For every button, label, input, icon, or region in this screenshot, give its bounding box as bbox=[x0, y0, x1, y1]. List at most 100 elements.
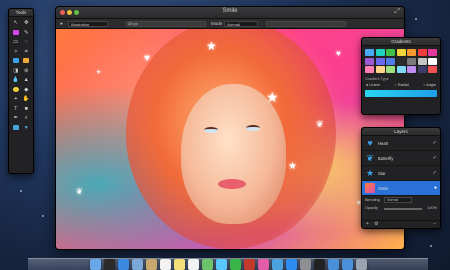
window-titlebar[interactable]: Smile ⤢ bbox=[56, 7, 404, 19]
notes-icon[interactable] bbox=[173, 259, 185, 270]
mail-icon[interactable] bbox=[131, 259, 143, 270]
brush-tool-icon[interactable] bbox=[11, 29, 21, 38]
gradient-swatch[interactable] bbox=[417, 66, 427, 73]
finder-icon[interactable] bbox=[89, 259, 101, 270]
gradient-swatch[interactable] bbox=[396, 57, 406, 65]
blur-icon[interactable]: 💧 bbox=[11, 76, 21, 85]
heart-shape-icon[interactable]: ♥ bbox=[22, 124, 32, 133]
left-eye bbox=[204, 127, 218, 133]
add-layer-icon[interactable]: + bbox=[366, 221, 369, 227]
layer-row-heart[interactable]: ♥ Heart ✓ bbox=[362, 136, 440, 151]
visibility-check-icon[interactable]: ✓ bbox=[433, 140, 437, 146]
eyedropper-icon[interactable]: ⌖ bbox=[11, 95, 21, 104]
size-value: 30 px bbox=[128, 21, 138, 26]
clone-stamp-icon[interactable]: ⊛ bbox=[22, 67, 32, 76]
gradient-swatch[interactable] bbox=[396, 66, 406, 73]
move-tool-icon[interactable]: ✥ bbox=[22, 19, 32, 28]
preferences-icon[interactable] bbox=[299, 259, 311, 270]
hand-icon[interactable]: ✋ bbox=[22, 95, 32, 104]
zoom-tool-icon[interactable]: ⌕ bbox=[22, 114, 32, 123]
opacity-slider[interactable] bbox=[384, 208, 422, 210]
gradient-type-angle[interactable]: ○ Angle bbox=[423, 83, 436, 87]
shape-tool-icon[interactable]: ■ bbox=[22, 105, 32, 114]
brush-preset-icon[interactable]: ● bbox=[60, 21, 63, 26]
mode-select[interactable]: Normal bbox=[224, 21, 258, 27]
app-store-icon[interactable] bbox=[285, 259, 297, 270]
gradient-type-linear[interactable]: ● Linear bbox=[366, 83, 380, 87]
image-canvas[interactable]: ★ ★ ♥ ★ ❦ ♥ ❦ ✦ ✦ bbox=[56, 29, 404, 249]
layer-settings-icon[interactable]: ⚙ bbox=[374, 221, 378, 227]
gradient-swatch[interactable] bbox=[407, 66, 416, 73]
sharpen-icon[interactable]: ▲ bbox=[22, 76, 32, 85]
gradient-preview-bar[interactable] bbox=[365, 90, 437, 97]
layer-row-star[interactable]: ★ Star ✓ bbox=[362, 166, 440, 181]
layer-row-butterfly[interactable]: ❦ Butterfly ✓ bbox=[362, 151, 440, 166]
reminders-icon[interactable] bbox=[187, 259, 199, 270]
gradient-swatch[interactable] bbox=[375, 57, 385, 65]
sponge-icon[interactable]: ◆ bbox=[22, 86, 32, 95]
tools-panel-title[interactable]: Tools bbox=[9, 9, 33, 17]
arrange-tool-icon[interactable]: ↖ bbox=[11, 19, 21, 28]
star-sparkle-icon: ✦ bbox=[96, 70, 102, 76]
calendar-icon[interactable] bbox=[159, 259, 171, 270]
iphoto-icon[interactable] bbox=[271, 259, 283, 270]
dodge-icon[interactable] bbox=[11, 86, 21, 95]
text-tool-icon[interactable]: T bbox=[11, 105, 21, 114]
trash-icon[interactable] bbox=[355, 259, 367, 270]
delete-layer-icon[interactable]: − bbox=[433, 221, 436, 227]
gradient-swatch[interactable] bbox=[375, 49, 385, 56]
layers-panel-title[interactable]: Layers bbox=[362, 128, 440, 136]
layers-footer: + ⚙ − bbox=[362, 220, 440, 228]
gradient-tool-icon[interactable] bbox=[22, 57, 32, 66]
preset-select[interactable]: Illustration bbox=[68, 21, 108, 27]
visibility-check-icon[interactable]: ✓ bbox=[433, 155, 437, 161]
layer-row-smile[interactable]: Smile ● bbox=[362, 181, 440, 196]
rect-select-icon[interactable]: ▭ bbox=[11, 38, 21, 47]
dashboard-icon[interactable] bbox=[103, 259, 115, 270]
opacity-row: Opacity 100% bbox=[365, 206, 437, 210]
primary-color-swatch[interactable] bbox=[11, 124, 21, 133]
gradient-swatch[interactable] bbox=[407, 57, 416, 65]
visibility-check-icon[interactable]: ✓ bbox=[433, 170, 437, 176]
crop-icon[interactable]: ⌗ bbox=[22, 48, 32, 57]
pencil-tool-icon[interactable]: ✎ bbox=[22, 29, 32, 38]
gradient-swatch[interactable] bbox=[365, 66, 374, 73]
fullscreen-icon[interactable]: ⤢ bbox=[394, 8, 400, 16]
photo-booth-icon[interactable] bbox=[243, 259, 255, 270]
gradient-swatch[interactable] bbox=[365, 49, 374, 56]
facetime-icon[interactable] bbox=[229, 259, 241, 270]
paint-bucket-icon[interactable] bbox=[11, 57, 21, 66]
magic-wand-icon[interactable]: ✧ bbox=[11, 48, 21, 57]
gradient-swatches bbox=[362, 46, 440, 76]
opacity-slider[interactable] bbox=[266, 21, 346, 27]
gradient-swatch[interactable] bbox=[386, 57, 395, 65]
maps-icon[interactable] bbox=[201, 259, 213, 270]
visibility-check-icon[interactable]: ● bbox=[434, 185, 437, 191]
gradient-swatch[interactable] bbox=[396, 49, 406, 56]
gradient-swatch[interactable] bbox=[386, 49, 395, 56]
gradient-type-radial[interactable]: ○ Radial bbox=[394, 83, 408, 87]
gradient-swatch[interactable] bbox=[428, 66, 437, 73]
gradient-swatch[interactable] bbox=[417, 57, 427, 65]
gradient-swatch[interactable] bbox=[375, 66, 385, 73]
gradient-swatch[interactable] bbox=[386, 66, 395, 73]
gradients-panel-title[interactable]: Gradients bbox=[362, 38, 440, 46]
right-eye bbox=[246, 125, 260, 131]
itunes-icon[interactable] bbox=[257, 259, 269, 270]
gradient-swatch[interactable] bbox=[428, 49, 437, 56]
pixelmator-icon[interactable] bbox=[313, 259, 325, 270]
lasso-icon[interactable]: ◌ bbox=[22, 38, 32, 47]
gradient-swatch[interactable] bbox=[365, 57, 374, 65]
folder-icon[interactable] bbox=[327, 259, 339, 270]
blending-select[interactable]: Normal bbox=[384, 197, 412, 203]
gradient-swatch[interactable] bbox=[428, 57, 437, 65]
contacts-icon[interactable] bbox=[145, 259, 157, 270]
gradient-swatch[interactable] bbox=[407, 49, 416, 56]
blending-row: Blending Normal bbox=[362, 196, 440, 204]
pen-tool-icon[interactable]: ✒ bbox=[11, 114, 21, 123]
gradient-swatch[interactable] bbox=[417, 49, 427, 56]
downloads-icon[interactable] bbox=[341, 259, 353, 270]
eraser-icon[interactable]: ◨ bbox=[11, 67, 21, 76]
messages-icon[interactable] bbox=[215, 259, 227, 270]
safari-icon[interactable] bbox=[117, 259, 129, 270]
